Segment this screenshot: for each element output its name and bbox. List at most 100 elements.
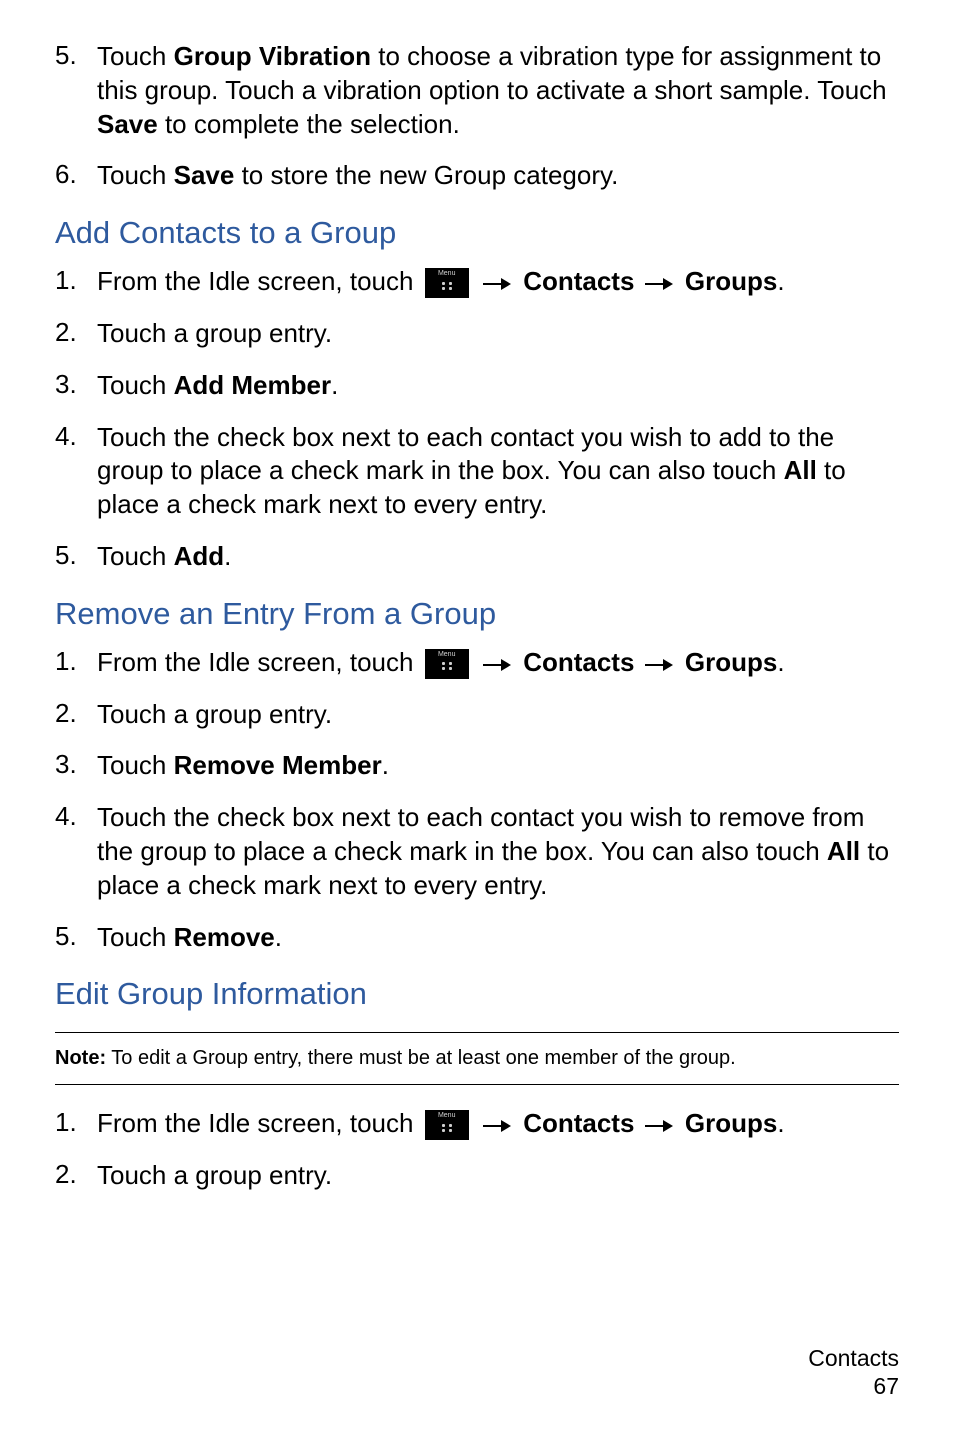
bold-text: Groups bbox=[685, 1108, 777, 1138]
text bbox=[473, 1108, 480, 1138]
menu-icon bbox=[425, 268, 469, 298]
bold-text: Groups bbox=[685, 647, 777, 677]
list-number: 6. bbox=[55, 159, 97, 193]
bold-text: Add Member bbox=[174, 370, 331, 400]
bold-text: Contacts bbox=[523, 266, 634, 296]
bold-text: Contacts bbox=[523, 647, 634, 677]
footer-section: Contacts bbox=[808, 1344, 899, 1373]
list-content: From the Idle screen, touch Contacts Gro… bbox=[97, 1107, 899, 1141]
text: Touch bbox=[97, 750, 174, 780]
list-content: Touch a group entry. bbox=[97, 317, 899, 351]
list-item: 1.From the Idle screen, touch Contacts G… bbox=[55, 1107, 899, 1141]
list-number: 5. bbox=[55, 40, 97, 141]
list-number: 4. bbox=[55, 801, 97, 902]
text: From the Idle screen, touch bbox=[97, 647, 421, 677]
note-text: Note: To edit a Group entry, there must … bbox=[55, 1047, 899, 1070]
bold-text: Groups bbox=[685, 266, 777, 296]
text: From the Idle screen, touch bbox=[97, 266, 421, 296]
text: . bbox=[777, 266, 784, 296]
note-body: To edit a Group entry, there must be at … bbox=[106, 1047, 736, 1069]
list-number: 5. bbox=[55, 540, 97, 574]
list-number: 2. bbox=[55, 1159, 97, 1193]
heading-add-contacts: Add Contacts to a Group bbox=[55, 215, 899, 251]
text: . bbox=[275, 922, 282, 952]
list-item: 1.From the Idle screen, touch Contacts G… bbox=[55, 265, 899, 299]
text: . bbox=[331, 370, 338, 400]
list-content: Touch Remove Member. bbox=[97, 749, 899, 783]
list-number: 3. bbox=[55, 369, 97, 403]
bold-text: Group Vibration bbox=[174, 41, 371, 71]
arrow-icon bbox=[483, 659, 513, 671]
text: Touch a group entry. bbox=[97, 318, 332, 348]
text: Touch a group entry. bbox=[97, 1160, 332, 1190]
bold-text: Save bbox=[97, 109, 158, 139]
page-footer: Contacts 67 bbox=[808, 1344, 899, 1402]
list-content: From the Idle screen, touch Contacts Gro… bbox=[97, 265, 899, 299]
bold-text: Remove Member bbox=[174, 750, 382, 780]
list-number: 1. bbox=[55, 1107, 97, 1141]
text bbox=[634, 266, 641, 296]
list-number: 1. bbox=[55, 646, 97, 680]
menu-icon bbox=[425, 1110, 469, 1140]
text: to store the new Group category. bbox=[234, 160, 618, 190]
bold-text: All bbox=[784, 455, 817, 485]
list-number: 5. bbox=[55, 921, 97, 955]
list-content: Touch a group entry. bbox=[97, 1159, 899, 1193]
arrow-icon bbox=[645, 1120, 675, 1132]
list-item: 2.Touch a group entry. bbox=[55, 1159, 899, 1193]
text bbox=[634, 1108, 641, 1138]
text: From the Idle screen, touch bbox=[97, 1108, 421, 1138]
intro-list: 5.Touch Group Vibration to choose a vibr… bbox=[55, 40, 899, 193]
list-number: 2. bbox=[55, 317, 97, 351]
list-content: Touch Group Vibration to choose a vibrat… bbox=[97, 40, 899, 141]
text: . bbox=[777, 647, 784, 677]
list-number: 2. bbox=[55, 698, 97, 732]
text: to complete the selection. bbox=[158, 109, 460, 139]
bold-text: Contacts bbox=[523, 1108, 634, 1138]
text: . bbox=[382, 750, 389, 780]
list-item: 5.Touch Remove. bbox=[55, 921, 899, 955]
list-content: Touch Add. bbox=[97, 540, 899, 574]
list-content: Touch Remove. bbox=[97, 921, 899, 955]
list-number: 4. bbox=[55, 421, 97, 522]
arrow-icon bbox=[483, 278, 513, 290]
text bbox=[678, 647, 685, 677]
list-item: 4. Touch the check box next to each cont… bbox=[55, 801, 899, 902]
list-item: 3.Touch Add Member. bbox=[55, 369, 899, 403]
arrow-icon bbox=[483, 1120, 513, 1132]
remove-entry-list: 1.From the Idle screen, touch Contacts G… bbox=[55, 646, 899, 955]
text bbox=[634, 647, 641, 677]
text: Touch bbox=[97, 541, 174, 571]
bold-text: All bbox=[827, 836, 860, 866]
text bbox=[678, 1108, 685, 1138]
text: Touch bbox=[97, 370, 174, 400]
bold-text: Save bbox=[174, 160, 235, 190]
text: Touch a group entry. bbox=[97, 699, 332, 729]
text bbox=[473, 266, 480, 296]
text bbox=[473, 647, 480, 677]
list-item: 1.From the Idle screen, touch Contacts G… bbox=[55, 646, 899, 680]
list-number: 1. bbox=[55, 265, 97, 299]
text: Touch bbox=[97, 41, 174, 71]
list-item: 5.Touch Group Vibration to choose a vibr… bbox=[55, 40, 899, 141]
footer-page: 67 bbox=[808, 1372, 899, 1401]
arrow-icon bbox=[645, 659, 675, 671]
list-content: Touch the check box next to each contact… bbox=[97, 801, 899, 902]
text: . bbox=[224, 541, 231, 571]
list-content: Touch the check box next to each contact… bbox=[97, 421, 899, 522]
text: Touch bbox=[97, 160, 174, 190]
list-item: 2.Touch a group entry. bbox=[55, 698, 899, 732]
text: Touch bbox=[97, 922, 174, 952]
bold-text: Remove bbox=[174, 922, 275, 952]
text: Touch the check box next to each contact… bbox=[97, 422, 834, 486]
text bbox=[678, 266, 685, 296]
heading-remove-entry: Remove an Entry From a Group bbox=[55, 596, 899, 632]
text: Touch the check box next to each contact… bbox=[97, 802, 864, 866]
menu-icon bbox=[425, 649, 469, 679]
list-number: 3. bbox=[55, 749, 97, 783]
list-content: Touch a group entry. bbox=[97, 698, 899, 732]
edit-group-list: 1.From the Idle screen, touch Contacts G… bbox=[55, 1107, 899, 1193]
list-content: Touch Add Member. bbox=[97, 369, 899, 403]
list-item: 6.Touch Save to store the new Group cate… bbox=[55, 159, 899, 193]
note-label: Note: bbox=[55, 1047, 106, 1069]
